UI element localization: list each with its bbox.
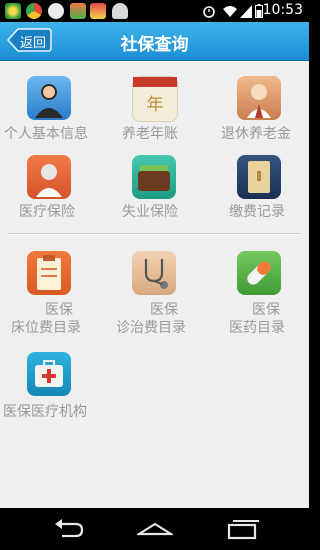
grid-item-label: 养老年账	[122, 126, 178, 142]
grid-item-label-line2: 诊治费目录	[116, 320, 186, 336]
signal-icon	[240, 5, 252, 18]
stethoscope-icon	[132, 251, 176, 295]
navigation-bar	[0, 508, 309, 550]
calendar-icon: 年	[132, 76, 178, 122]
clipboard-icon	[27, 251, 71, 295]
ledger-icon	[237, 155, 281, 199]
grid-item-label-line1: 医保	[150, 302, 178, 318]
divider-highlight	[8, 234, 301, 235]
page-title: 社保查询	[120, 35, 189, 55]
chrome-icon	[26, 3, 42, 19]
app-icon	[70, 3, 86, 19]
grid-item-bed-fee-catalog[interactable]: 医保 床位费目录	[0, 246, 103, 336]
grid-item-label: 缴费记录	[229, 204, 285, 220]
clock: 10:53	[262, 2, 303, 18]
grid-item-label-line2: 床位费目录	[11, 320, 81, 336]
grid-item-retirement-pension[interactable]: 退休养老金	[206, 61, 309, 142]
grid-item-label: 医保医疗机构	[3, 404, 87, 420]
person-icon	[27, 76, 71, 120]
grid-item-treatment-fee-catalog[interactable]: 医保 诊治费目录	[103, 246, 206, 336]
main-grid: 个人基本信息 年 养老年账 退休养老金 医疗保险 失业保险 缴费记录 医保 床位…	[0, 61, 309, 508]
status-bar: 10:53	[0, 0, 309, 22]
wallet-icon	[132, 155, 176, 199]
grid-item-drug-catalog[interactable]: 医保 医药目录	[206, 246, 309, 336]
grid-item-label: 失业保险	[122, 204, 178, 220]
grid-item-label-line2: 医药目录	[229, 320, 285, 336]
grid-item-pension-account[interactable]: 年 养老年账	[103, 61, 206, 142]
recent-apps-icon[interactable]	[225, 518, 261, 540]
app-icon	[90, 3, 106, 19]
grid-item-label-line1: 医保	[45, 302, 73, 318]
android-icon	[112, 3, 128, 19]
grid-item-payment-records[interactable]: 缴费记录	[206, 146, 309, 226]
grid-item-personal-info[interactable]: 个人基本信息	[0, 61, 103, 142]
pill-icon	[237, 251, 281, 295]
grid-item-label: 医疗保险	[19, 204, 75, 220]
svg-text:年: 年	[147, 95, 164, 115]
title-bar: 返回 社保查询	[0, 22, 309, 61]
grid-item-medical-institutions[interactable]: 医保医疗机构	[0, 346, 103, 426]
grid-item-unemployment-insurance[interactable]: 失业保险	[103, 146, 206, 226]
grid-item-label: 退休养老金	[221, 126, 291, 142]
grid-item-label: 个人基本信息	[4, 126, 88, 142]
wifi-icon	[223, 6, 237, 17]
elder-icon	[237, 76, 281, 120]
weather-icon	[48, 3, 64, 19]
grid-item-medical-insurance[interactable]: 医疗保险	[0, 146, 103, 226]
home-icon[interactable]	[137, 518, 173, 540]
grid-item-label-line1: 医保	[252, 302, 280, 318]
first-aid-kit-icon	[27, 352, 71, 396]
back-icon[interactable]	[50, 518, 86, 540]
app-icon	[5, 3, 21, 19]
doctor-icon	[27, 155, 71, 199]
alarm-icon	[203, 6, 215, 18]
